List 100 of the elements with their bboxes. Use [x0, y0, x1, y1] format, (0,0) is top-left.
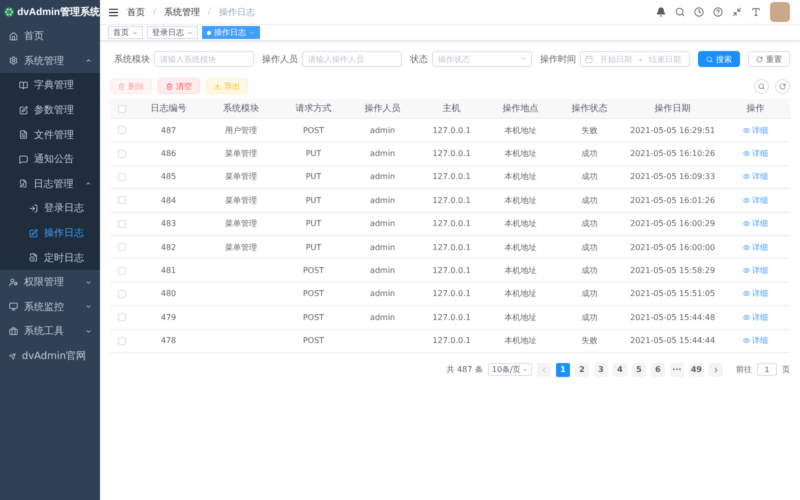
sidebar-item[interactable]: 文件管理	[0, 122, 100, 147]
breadcrumb-item[interactable]: 首页	[127, 6, 145, 18]
page-button[interactable]: 2	[574, 362, 589, 377]
logo-icon	[4, 5, 14, 19]
detail-link[interactable]: 详细	[720, 335, 790, 346]
checkbox[interactable]	[118, 336, 126, 345]
table-cell-text: 485	[160, 172, 178, 182]
eye-icon	[742, 173, 750, 180]
page-button[interactable]: 5	[632, 362, 646, 377]
checkbox[interactable]	[118, 266, 126, 275]
page-button[interactable]: ···	[670, 362, 684, 377]
chevron-down-icon	[520, 55, 527, 62]
text-input-field[interactable]: 请输入系统模块	[154, 51, 254, 67]
page-button[interactable]: 49	[688, 362, 704, 377]
refresh-button[interactable]	[775, 78, 790, 94]
search-icon[interactable]	[675, 7, 685, 17]
checkbox[interactable]	[118, 313, 126, 322]
chevron-down-icon	[187, 30, 193, 36]
column-header: 操作日期	[654, 102, 692, 115]
date-range-field[interactable]: 开始日期 - 结束日期	[580, 51, 690, 67]
font-size-icon[interactable]	[751, 7, 761, 17]
clock-icon[interactable]	[694, 7, 704, 17]
table-cell-text: 菜单管理	[224, 242, 258, 253]
checkbox[interactable]	[118, 126, 126, 134]
detail-link[interactable]: 详细	[720, 124, 790, 136]
login-icon	[29, 204, 38, 213]
detail-link[interactable]: 详细	[720, 218, 790, 230]
detail-link[interactable]: 详细	[720, 148, 790, 160]
next-page-button[interactable]	[709, 362, 723, 377]
page-button[interactable]: 1	[556, 362, 570, 377]
breadcrumb-item[interactable]: 系统管理	[164, 6, 200, 18]
table-cell-text: 484	[160, 196, 178, 205]
checkbox[interactable]	[118, 104, 126, 112]
action-button[interactable]: 清空	[158, 78, 200, 94]
sidebar-item[interactable]: 通知公告	[0, 146, 100, 172]
table-cell-text: 成功	[580, 265, 599, 276]
detail-link[interactable]: 详细	[720, 242, 790, 253]
table-cell-text: 本机地址	[504, 265, 538, 276]
table-cell-text: 127.0.0.1	[432, 149, 472, 158]
select-field[interactable]: 操作状态	[432, 51, 532, 67]
checkbox[interactable]	[118, 220, 126, 228]
table-cell-text: 本机地址	[504, 124, 538, 136]
table-cell-text: 127.0.0.1	[432, 242, 472, 252]
table-cell-text: 成功	[580, 171, 599, 182]
eye-icon	[742, 337, 750, 344]
sidebar-item[interactable]: 日志管理	[0, 172, 100, 196]
checkbox[interactable]	[118, 243, 126, 252]
detail-link[interactable]: 详细	[720, 171, 790, 182]
chevron-down-icon	[85, 303, 92, 310]
tab[interactable]: 首页	[108, 26, 143, 39]
page-size-select[interactable]: 10条/页	[488, 363, 532, 376]
table-cell-text: 菜单管理	[224, 171, 258, 182]
eye-icon	[742, 290, 750, 298]
checkbox[interactable]	[118, 172, 126, 181]
end-date-input[interactable]: 结束日期	[644, 52, 685, 66]
table-cell-text: 127.0.0.1	[432, 172, 472, 182]
table-cell-text: admin	[369, 149, 396, 158]
table-cell-text: PUT	[304, 242, 322, 252]
bell-icon[interactable]	[656, 7, 666, 17]
collapse-icon[interactable]	[732, 7, 742, 17]
detail-link[interactable]: 详细	[720, 288, 790, 300]
start-date-input[interactable]: 开始日期	[596, 52, 636, 66]
document-icon	[29, 253, 38, 262]
detail-link[interactable]: 详细	[720, 312, 790, 323]
table-cell-text: admin	[369, 312, 396, 322]
search-button[interactable]	[754, 78, 769, 94]
menu-icon[interactable]	[108, 6, 119, 18]
reset-button[interactable]: 重置	[748, 51, 790, 67]
page-button[interactable]: 6	[650, 362, 665, 377]
tab[interactable]: 登录日志	[147, 26, 198, 39]
chat-icon	[19, 154, 28, 164]
sidebar-item[interactable]: 登录日志	[0, 196, 100, 221]
page-button[interactable]: 4	[612, 362, 627, 377]
column-header: 操作人员	[364, 102, 402, 115]
table-cell-text: 本机地址	[504, 335, 538, 346]
page-button[interactable]: 3	[594, 362, 608, 377]
table-cell-text: admin	[369, 126, 396, 135]
page-unit: 页	[782, 364, 790, 376]
sidebar-item[interactable]: 参数管理	[0, 98, 100, 122]
checkbox[interactable]	[118, 196, 126, 204]
home-icon	[9, 32, 18, 41]
breadcrumb-item: 操作日志	[219, 6, 256, 18]
sidebar-item[interactable]: 定时日志	[0, 245, 100, 270]
trash-icon	[118, 82, 125, 90]
checkbox[interactable]	[118, 290, 126, 298]
sidebar-item[interactable]: 操作日志	[0, 220, 100, 246]
table-cell-text: POST	[302, 312, 326, 322]
detail-link[interactable]: 详细	[720, 265, 790, 276]
detail-link[interactable]: 详细	[720, 194, 790, 206]
table-cell-text: PUT	[304, 172, 322, 182]
avatar[interactable]	[770, 2, 790, 22]
search-button[interactable]: 搜索	[698, 51, 740, 67]
sidebar-item[interactable]: 字典管理	[0, 73, 100, 98]
table-cell-text: PUT	[304, 149, 322, 158]
page-input[interactable]: 1	[757, 363, 777, 376]
total-count: 共 487 条	[446, 364, 483, 376]
checkbox[interactable]	[118, 150, 126, 158]
column-header: 操作	[745, 102, 766, 115]
help-icon[interactable]	[713, 7, 723, 17]
text-input-field[interactable]: 请输入操作人员	[302, 51, 402, 67]
